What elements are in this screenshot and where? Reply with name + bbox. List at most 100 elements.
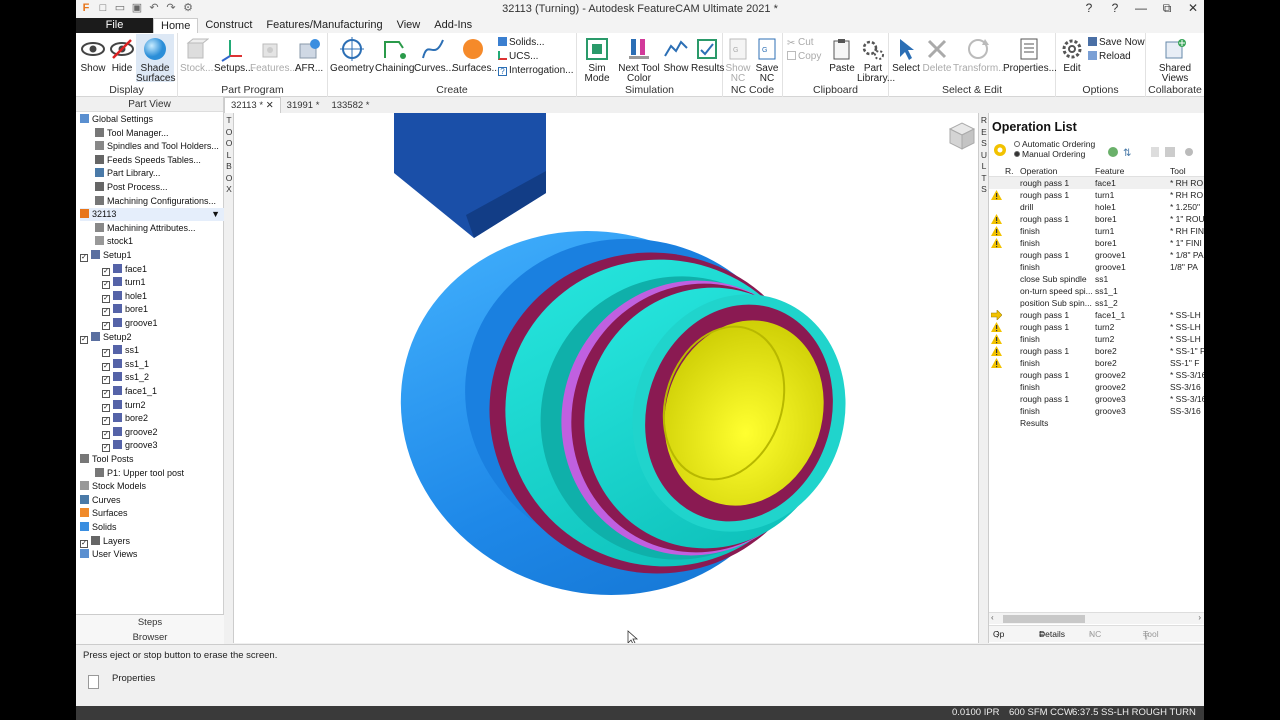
paste-button[interactable]: Paste	[827, 36, 857, 74]
op-row[interactable]: finish bore2 SS-1" F	[989, 357, 1204, 369]
op-row[interactable]: rough pass 1 groove2 * SS-3/16	[989, 369, 1204, 381]
tree-item[interactable]: ✓ groove2	[102, 426, 224, 439]
tab-file[interactable]: File	[76, 18, 153, 33]
tree-item[interactable]: Post Process...	[95, 181, 224, 194]
doc-tab-133582[interactable]: 133582 *	[325, 98, 375, 113]
col-tool-header[interactable]: Tool	[1170, 165, 1186, 177]
close-tab-icon[interactable]: ✕	[266, 100, 274, 111]
help-icon[interactable]: ?	[1080, 1, 1098, 16]
sim-mode-button[interactable]: Sim Mode	[579, 36, 615, 84]
tree-item[interactable]: ✓ bore2	[102, 412, 224, 426]
solids-button[interactable]: Solids...	[498, 36, 545, 49]
tree-item[interactable]: Surfaces	[80, 507, 224, 520]
op-row[interactable]: rough pass 1 turn1 * RH RO	[989, 189, 1204, 201]
results-button[interactable]: Results	[691, 36, 724, 74]
dropdown-arrow-icon[interactable]: ▼	[211, 208, 220, 221]
col-operation-header[interactable]: Operation	[1020, 165, 1057, 177]
edit-options-button[interactable]: Edit	[1058, 36, 1086, 74]
tree-item[interactable]: ✓ ss1_1	[102, 358, 224, 371]
browser-tab[interactable]: Browser	[76, 630, 224, 645]
manual-ordering-radio[interactable]: Manual Ordering	[1014, 149, 1095, 159]
show-sim-button[interactable]: Show	[661, 36, 691, 74]
doc-tab-31991[interactable]: 31991 *	[281, 98, 326, 113]
tree-item[interactable]: ✓ ss1	[102, 344, 224, 358]
col-r-header[interactable]: R.	[1005, 165, 1014, 177]
tree-checkbox[interactable]: ✓	[102, 267, 110, 276]
tree-checkbox[interactable]: ✓	[102, 294, 110, 303]
afr-button[interactable]: AFR...	[292, 36, 326, 74]
tree-item[interactable]: Tool Posts	[80, 453, 224, 466]
tree-item[interactable]: Spindles and Tool Holders...	[95, 140, 224, 153]
shade-surfaces-button[interactable]: Shade Surfaces	[136, 34, 175, 84]
save-now-button[interactable]: Save Now	[1088, 36, 1145, 49]
tree-checkbox[interactable]: ✓	[102, 322, 110, 330]
tree-item[interactable]: Solids	[80, 521, 224, 534]
op-row[interactable]: rough pass 1 groove3 * SS-3/16	[989, 393, 1204, 405]
tab-view[interactable]: View	[390, 18, 428, 33]
tree-checkbox[interactable]: ✓	[102, 444, 110, 453]
tree-item[interactable]: 32113 ▼	[80, 208, 224, 222]
op-row[interactable]: close Sub spindle ss1	[989, 273, 1204, 285]
tree-item[interactable]: ✓ Setup1	[80, 249, 224, 262]
tree-item[interactable]: ✓ Setup2	[80, 331, 224, 344]
delete-button[interactable]: Delete	[921, 36, 953, 74]
reload-button[interactable]: Reload	[1088, 50, 1131, 63]
minimize-button[interactable]: —	[1132, 1, 1150, 16]
tree-checkbox[interactable]: ✓	[102, 390, 110, 398]
close-button[interactable]: ✕	[1184, 1, 1202, 16]
shared-views-button[interactable]: Shared Views	[1152, 36, 1198, 84]
doc-tab-32113[interactable]: 32113 * ✕	[224, 97, 281, 113]
properties-panel-label[interactable]: Properties	[112, 673, 155, 684]
tree-item[interactable]: stock1	[95, 235, 224, 248]
tree-item[interactable]: Feeds Speeds Tables...	[95, 154, 224, 167]
op-row[interactable]: rough pass 1 groove1 * 1/8" PA	[989, 249, 1204, 261]
tab-home[interactable]: Home	[153, 18, 199, 33]
tree-item[interactable]: Global Settings	[80, 113, 224, 126]
scroll-left-icon[interactable]: ‹	[991, 613, 994, 622]
op-row[interactable]: rough pass 1 bore1 * 1" ROU	[989, 213, 1204, 225]
tree-checkbox[interactable]: ✓	[80, 254, 88, 262]
ucs-button[interactable]: UCS...	[498, 50, 538, 63]
op-row[interactable]: position Sub spin... ss1_2	[989, 297, 1204, 309]
transform-button[interactable]: Transform...	[953, 36, 1007, 74]
tree-checkbox[interactable]: ✓	[102, 362, 110, 371]
scroll-right-icon[interactable]: ›	[1198, 613, 1201, 622]
tab-features-manufacturing[interactable]: Features/Manufacturing	[259, 18, 389, 33]
tree-item[interactable]: ✓ face1	[102, 263, 224, 276]
part-library-button[interactable]: Part Library...	[857, 36, 895, 84]
tree-checkbox[interactable]: ✓	[102, 349, 110, 358]
op-row[interactable]: finish groove2 SS-3/16	[989, 381, 1204, 393]
steps-tab[interactable]: Steps	[76, 615, 224, 630]
surfaces-button[interactable]: Surfaces...	[452, 36, 500, 74]
tree-checkbox[interactable]: ✓	[80, 539, 88, 548]
geometry-button[interactable]: Geometry	[330, 36, 374, 74]
hide-button[interactable]: Hide	[108, 36, 136, 74]
tree-item[interactable]: ✓ turn2	[102, 399, 224, 412]
tree-checkbox[interactable]: ✓	[102, 308, 110, 317]
automatic-ordering-radio[interactable]: Automatic Ordering	[1014, 139, 1095, 149]
properties-button[interactable]: Properties...	[1003, 36, 1057, 74]
op-row[interactable]: rough pass 1 face1 * RH RO	[989, 177, 1204, 189]
op-list-hscrollbar[interactable]: ‹ ›	[989, 612, 1204, 624]
tree-checkbox[interactable]: ✓	[102, 376, 110, 385]
op-row[interactable]: finish groove1 1/8" PA	[989, 261, 1204, 273]
cut-button[interactable]: ✂ Cut	[787, 36, 814, 49]
col-feature-header[interactable]: Feature	[1095, 165, 1124, 177]
restore-button[interactable]: ⧉	[1158, 1, 1176, 16]
tree-item[interactable]: ✓ hole1	[102, 290, 224, 303]
op-row[interactable]: rough pass 1 face1_1 * SS-LH	[989, 309, 1204, 321]
op-row[interactable]: finish turn2 * SS-LH	[989, 333, 1204, 345]
tree-item[interactable]: ✓ ss1_2	[102, 371, 224, 385]
op-row[interactable]: Results	[989, 417, 1204, 429]
tree-item[interactable]: ✓ bore1	[102, 303, 224, 317]
tree-item[interactable]: ✓ face1_1	[102, 385, 224, 398]
save-nc-button[interactable]: G Save NC	[753, 36, 781, 84]
select-button[interactable]: Select	[891, 36, 921, 74]
tab-add-ins[interactable]: Add-Ins	[427, 18, 479, 33]
features-button[interactable]: Features...	[250, 36, 298, 74]
tree-item[interactable]: Curves	[80, 494, 224, 507]
op-row[interactable]: finish groove3 SS-3/16	[989, 405, 1204, 417]
tree-item[interactable]: Tool Manager...	[95, 127, 224, 140]
tree-item[interactable]: P1: Upper tool post	[95, 467, 224, 480]
chaining-button[interactable]: Chaining	[375, 36, 414, 74]
